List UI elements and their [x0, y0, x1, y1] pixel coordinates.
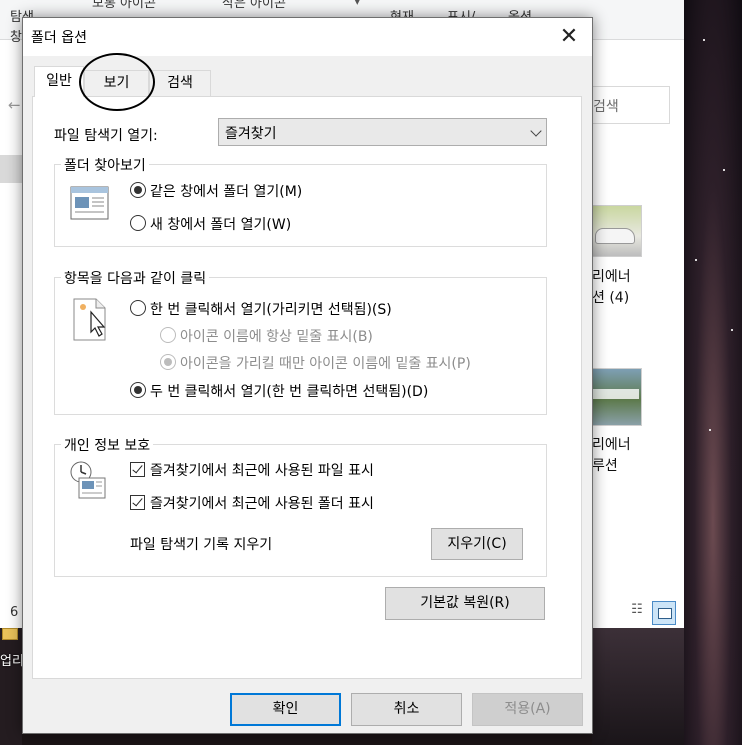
- group-title: 개인 정보 보호: [61, 435, 154, 455]
- dialog-titlebar: 폴더 옵션 ✕: [23, 18, 592, 56]
- apply-button[interactable]: 적용(A): [472, 693, 583, 726]
- file-name[interactable]: 션 (4): [592, 287, 629, 307]
- clear-history-label: 파일 탐색기 기록 지우기: [130, 537, 273, 553]
- open-explorer-value: 즐겨찾기: [225, 126, 277, 142]
- nav-pane-selected-item[interactable]: [0, 155, 22, 183]
- folder-options-dialog: 폴더 옵션 ✕ 일반 보기 검색 파일 탐색기 열기: 즐겨찾기 폴더 찾아보기…: [22, 17, 593, 734]
- open-explorer-select[interactable]: 즐겨찾기: [218, 118, 547, 146]
- radio-new-window[interactable]: [130, 215, 146, 231]
- file-thumbnail[interactable]: [588, 205, 642, 257]
- tab-search[interactable]: 검색: [149, 70, 211, 96]
- recent-files-label[interactable]: 즐겨찾기에서 최근에 사용된 파일 표시: [150, 460, 374, 480]
- status-item-count: 6: [10, 605, 19, 620]
- ribbon-label: 창: [10, 30, 22, 45]
- search-placeholder: 검색: [593, 99, 619, 115]
- cancel-button[interactable]: 취소: [351, 693, 462, 726]
- browse-folders-group: 폴더 찾아보기: [54, 155, 547, 247]
- ribbon-medium-icons[interactable]: 보통 아이콘: [92, 0, 156, 11]
- privacy-history-icon: [70, 461, 106, 499]
- dialog-title: 폴더 옵션: [31, 30, 87, 46]
- close-icon: ✕: [559, 24, 579, 49]
- radio-double-click[interactable]: [130, 382, 146, 398]
- checkbox-recent-folders[interactable]: [130, 495, 145, 510]
- desktop-wallpaper-left: [0, 628, 22, 745]
- radio-underline-hover[interactable]: [160, 354, 176, 370]
- file-name[interactable]: 루션: [592, 455, 618, 475]
- restore-defaults-button[interactable]: 기본값 복원(R): [385, 587, 545, 620]
- option-underline-always-label[interactable]: 아이콘 이름에 항상 밑줄 표시(B): [180, 326, 373, 346]
- ribbon-small-icons[interactable]: 작은 아이콘: [222, 0, 286, 11]
- folder-icon[interactable]: [2, 628, 18, 640]
- group-title: 폴더 찾아보기: [61, 155, 149, 175]
- desktop-item-label[interactable]: 업리: [0, 650, 24, 669]
- radio-single-click[interactable]: [130, 300, 146, 316]
- radio-underline-always[interactable]: [160, 327, 176, 343]
- option-underline-hover-label[interactable]: 아이콘을 가리킬 때만 아이콘 이름에 밑줄 표시(P): [180, 353, 471, 373]
- large-icons-view-icon[interactable]: [652, 601, 676, 625]
- option-new-window-label[interactable]: 새 창에서 폴더 열기(W): [150, 214, 291, 234]
- ok-button[interactable]: 확인: [230, 693, 341, 726]
- file-name[interactable]: 리에너: [592, 266, 631, 286]
- chevron-down-icon: [530, 125, 542, 137]
- tab-view[interactable]: 보기: [84, 70, 149, 96]
- back-arrow-icon[interactable]: ←: [8, 96, 21, 114]
- recent-folders-label[interactable]: 즐겨찾기에서 최근에 사용된 폴더 표시: [150, 493, 374, 513]
- chevron-down-icon[interactable]: ▾: [354, 0, 361, 9]
- details-view-icon[interactable]: ☷: [626, 602, 648, 624]
- cursor-click-icon: [73, 298, 106, 341]
- clear-history-button[interactable]: 지우기(C): [431, 528, 523, 560]
- desktop-wallpaper: [684, 0, 742, 745]
- close-button[interactable]: ✕: [546, 18, 592, 56]
- option-same-window-label[interactable]: 같은 창에서 폴더 열기(M): [150, 181, 302, 201]
- open-explorer-label: 파일 탐색기 열기:: [54, 128, 158, 144]
- file-thumbnail[interactable]: [588, 368, 642, 426]
- option-double-click-label[interactable]: 두 번 클릭해서 열기(한 번 클릭하면 선택됨)(D): [150, 381, 428, 401]
- checkbox-recent-files[interactable]: [130, 462, 145, 477]
- desktop-wallpaper-bottom: [592, 628, 684, 745]
- group-title: 항목을 다음과 같이 클릭: [61, 268, 210, 288]
- option-single-click-label[interactable]: 한 번 클릭해서 열기(가리키면 선택됨)(S): [150, 299, 392, 319]
- view-toggle: ☷: [626, 600, 678, 626]
- file-name[interactable]: 리에너: [592, 434, 631, 454]
- tab-general[interactable]: 일반: [34, 66, 84, 97]
- radio-same-window[interactable]: [130, 182, 146, 198]
- window-preview-icon: [70, 186, 109, 220]
